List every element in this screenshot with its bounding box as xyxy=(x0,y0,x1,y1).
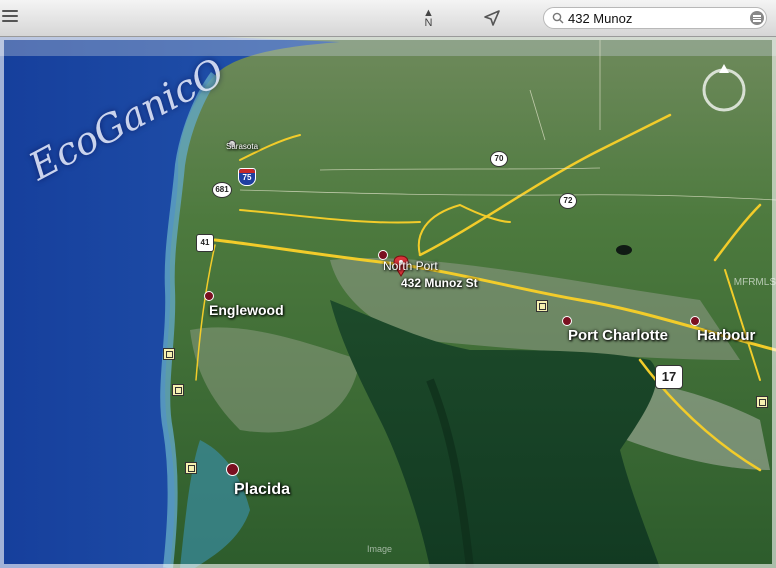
route-70-shield[interactable]: 70 xyxy=(490,151,508,167)
top-toolbar: ▲ N xyxy=(0,0,776,37)
label-port-charlotte: Port Charlotte xyxy=(568,327,669,344)
route-681-shield[interactable]: 681 xyxy=(212,182,232,198)
satellite-map[interactable]: ▲N EcoGanicO Sarasota North Port 432 Mun… xyxy=(0,0,776,568)
poi-square-4[interactable] xyxy=(185,462,197,474)
poi-marker-englewood[interactable] xyxy=(204,291,214,301)
search-box[interactable] xyxy=(543,7,767,29)
mls-watermark: MFRMLS xyxy=(733,277,776,288)
poi-square-3[interactable] xyxy=(172,384,184,396)
interstate-75-number: 75 xyxy=(242,173,252,182)
label-north-port: North Port xyxy=(383,259,438,273)
label-englewood: Englewood xyxy=(209,302,284,318)
label-placida: Placida xyxy=(234,481,291,498)
north-arrow-icon[interactable]: ▲ N xyxy=(423,8,434,29)
poi-marker-port-charlotte[interactable] xyxy=(562,316,572,326)
poi-marker-placida[interactable] xyxy=(226,463,239,476)
route-72-shield[interactable]: 72 xyxy=(559,193,577,209)
list-icon[interactable] xyxy=(750,11,764,25)
poi-square-5[interactable] xyxy=(756,396,768,408)
imagery-credit: Image xyxy=(367,544,393,554)
route-17-number: 17 xyxy=(661,369,677,384)
poi-marker-harbour[interactable] xyxy=(690,316,700,326)
poi-square-1[interactable] xyxy=(536,300,548,312)
locate-arrow-icon[interactable] xyxy=(483,9,501,27)
route-41-number: 41 xyxy=(200,238,210,247)
menu-icon[interactable] xyxy=(2,10,18,24)
north-label: N xyxy=(424,17,433,29)
label-address: 432 Munoz St xyxy=(401,276,478,290)
label-sarasota: Sarasota xyxy=(226,142,259,151)
interstate-75-shield[interactable]: 75 xyxy=(238,168,256,186)
route-681-number: 681 xyxy=(215,185,229,194)
poi-square-2[interactable] xyxy=(163,348,175,360)
route-72-number: 72 xyxy=(563,196,573,205)
route-70-number: 70 xyxy=(494,154,504,163)
search-input[interactable] xyxy=(568,10,738,26)
map-imagery[interactable] xyxy=(0,0,776,568)
label-harbour: Harbour xyxy=(697,327,756,344)
search-icon xyxy=(552,12,564,24)
route-17-shield[interactable]: 17 xyxy=(655,365,683,389)
route-41-shield[interactable]: 41 xyxy=(196,234,214,252)
